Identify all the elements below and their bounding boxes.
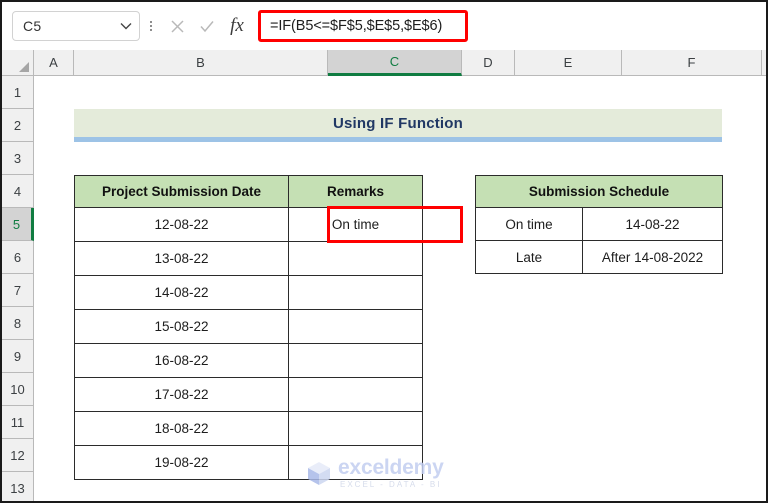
formula-input[interactable]: =IF(B5<=$F$5,$E$5,$E$6) bbox=[258, 10, 468, 42]
banner-title: Using IF Function bbox=[332, 114, 464, 132]
column-header-a[interactable]: A bbox=[34, 50, 74, 76]
table-row[interactable]: 13-08-22 bbox=[74, 241, 423, 276]
row-header-12[interactable]: 12 bbox=[2, 439, 34, 472]
cell-f5[interactable]: 14-08-22 bbox=[582, 207, 723, 241]
row-header-10-label: 10 bbox=[10, 381, 25, 397]
cell-c5[interactable]: On time bbox=[288, 207, 423, 242]
row-header-9[interactable]: 9 bbox=[2, 340, 34, 373]
column-header-g[interactable]: G bbox=[762, 50, 766, 76]
row-header-1[interactable]: 1 bbox=[2, 76, 34, 109]
row-header-10[interactable]: 10 bbox=[2, 373, 34, 406]
fx-insert-function-icon[interactable]: fx bbox=[222, 11, 252, 41]
column-header-d[interactable]: D bbox=[462, 50, 515, 76]
cell-b8[interactable]: 15-08-22 bbox=[74, 309, 289, 344]
close-x-icon[interactable] bbox=[162, 11, 192, 41]
row-header-7-label: 7 bbox=[13, 282, 22, 298]
column-header-d-label: D bbox=[483, 55, 493, 70]
row-header-8[interactable]: 8 bbox=[2, 307, 34, 340]
row-header-11-label: 11 bbox=[10, 414, 25, 430]
spreadsheet-grid: A B C D E F G 1 2 3 4 5 6 7 8 9 10 11 12… bbox=[2, 50, 766, 501]
table-row[interactable]: 18-08-22 bbox=[74, 411, 423, 446]
cell-c8[interactable] bbox=[288, 309, 423, 344]
watermark-text: exceldemy EXCEL - DATA - BI bbox=[338, 457, 444, 489]
name-box[interactable]: C5 bbox=[12, 11, 140, 41]
schedule-title: Submission Schedule bbox=[475, 175, 723, 208]
column-header-a-label: A bbox=[49, 55, 58, 70]
project-submission-table: Project Submission Date Remarks 12-08-22… bbox=[74, 175, 423, 480]
row-header-8-label: 8 bbox=[13, 315, 22, 331]
cell-b7[interactable]: 14-08-22 bbox=[74, 275, 289, 310]
watermark-brand: exceldemy bbox=[338, 456, 444, 479]
cell-b11[interactable]: 18-08-22 bbox=[74, 411, 289, 446]
column-header-b-label: B bbox=[196, 55, 205, 70]
exceldemy-cube-logo-icon bbox=[308, 462, 330, 485]
cell-c11[interactable] bbox=[288, 411, 423, 446]
chevron-down-icon[interactable] bbox=[113, 22, 139, 30]
formula-text: =IF(B5<=$F$5,$E$5,$E$6) bbox=[270, 18, 443, 34]
formula-action-buttons: fx bbox=[162, 11, 252, 41]
cell-c7[interactable] bbox=[288, 275, 423, 310]
row-header-4-label: 4 bbox=[13, 183, 22, 199]
row-header-6-label: 6 bbox=[13, 249, 22, 265]
column-header-f-label: F bbox=[687, 55, 696, 70]
table-row[interactable]: 12-08-22 On time bbox=[74, 207, 423, 242]
column-header-c[interactable]: C bbox=[328, 50, 462, 76]
column-header-e[interactable]: E bbox=[515, 50, 622, 76]
excel-window: C5 fx =IF(B5<=$F$5,$E$5,$E$6) A B C D E … bbox=[0, 0, 768, 503]
cell-c6[interactable] bbox=[288, 241, 423, 276]
watermark-tagline: EXCEL - DATA - BI bbox=[340, 480, 442, 489]
cell-c10[interactable] bbox=[288, 377, 423, 412]
row-header-3[interactable]: 3 bbox=[2, 142, 34, 175]
schedule-row[interactable]: Late After 14-08-2022 bbox=[475, 240, 723, 274]
select-all-triangle-icon bbox=[19, 62, 29, 72]
table-header-row: Project Submission Date Remarks bbox=[74, 175, 423, 208]
row-header-2-label: 2 bbox=[13, 117, 22, 133]
sheet-cells: Using IF Function Project Submission Dat… bbox=[34, 76, 766, 501]
table-row[interactable]: 15-08-22 bbox=[74, 309, 423, 344]
row-header-7[interactable]: 7 bbox=[2, 274, 34, 307]
row-header-2[interactable]: 2 bbox=[2, 109, 34, 142]
cell-b12[interactable]: 19-08-22 bbox=[74, 445, 289, 480]
table-row[interactable]: 16-08-22 bbox=[74, 343, 423, 378]
row-header-6[interactable]: 6 bbox=[2, 241, 34, 274]
row-header-11[interactable]: 11 bbox=[2, 406, 34, 439]
submission-schedule-table: Submission Schedule On time 14-08-22 Lat… bbox=[475, 175, 723, 274]
row-header-5[interactable]: 5 bbox=[2, 208, 34, 241]
formula-bar: C5 fx =IF(B5<=$F$5,$E$5,$E$6) bbox=[2, 2, 766, 50]
row-header-3-label: 3 bbox=[13, 150, 22, 166]
cell-f6[interactable]: After 14-08-2022 bbox=[582, 240, 723, 274]
table-row[interactable]: 17-08-22 bbox=[74, 377, 423, 412]
column-header-f[interactable]: F bbox=[622, 50, 762, 76]
row-header-1-label: 1 bbox=[13, 84, 22, 100]
column-header-b[interactable]: B bbox=[74, 50, 328, 76]
name-box-value: C5 bbox=[23, 18, 42, 34]
title-banner: Using IF Function bbox=[74, 109, 722, 142]
row-headers: 1 2 3 4 5 6 7 8 9 10 11 12 13 bbox=[2, 76, 34, 501]
column-header-remarks: Remarks bbox=[288, 175, 423, 208]
cell-c9[interactable] bbox=[288, 343, 423, 378]
column-header-e-label: E bbox=[563, 55, 573, 70]
row-header-4[interactable]: 4 bbox=[2, 175, 34, 208]
cell-e5[interactable]: On time bbox=[475, 207, 583, 241]
cell-b5[interactable]: 12-08-22 bbox=[74, 207, 289, 242]
cell-b10[interactable]: 17-08-22 bbox=[74, 377, 289, 412]
vertical-dots-icon[interactable] bbox=[142, 11, 160, 41]
row-header-13-label: 13 bbox=[10, 480, 25, 496]
cell-b6[interactable]: 13-08-22 bbox=[74, 241, 289, 276]
row-header-5-label: 5 bbox=[12, 216, 21, 232]
exceldemy-watermark: exceldemy EXCEL - DATA - BI bbox=[306, 457, 444, 489]
row-header-13[interactable]: 13 bbox=[2, 472, 34, 501]
schedule-row[interactable]: On time 14-08-22 bbox=[475, 207, 723, 241]
column-headers: A B C D E F G bbox=[34, 50, 766, 76]
table-row[interactable]: 14-08-22 bbox=[74, 275, 423, 310]
checkmark-icon[interactable] bbox=[192, 11, 222, 41]
schedule-header-row: Submission Schedule bbox=[475, 175, 723, 208]
select-all-button[interactable] bbox=[2, 50, 34, 76]
cell-b9[interactable]: 16-08-22 bbox=[74, 343, 289, 378]
cell-e6[interactable]: Late bbox=[475, 240, 583, 274]
column-header-c-label: C bbox=[389, 54, 400, 69]
row-header-12-label: 12 bbox=[10, 447, 25, 463]
row-header-9-label: 9 bbox=[13, 348, 22, 364]
column-header-project-submission-date: Project Submission Date bbox=[74, 175, 289, 208]
